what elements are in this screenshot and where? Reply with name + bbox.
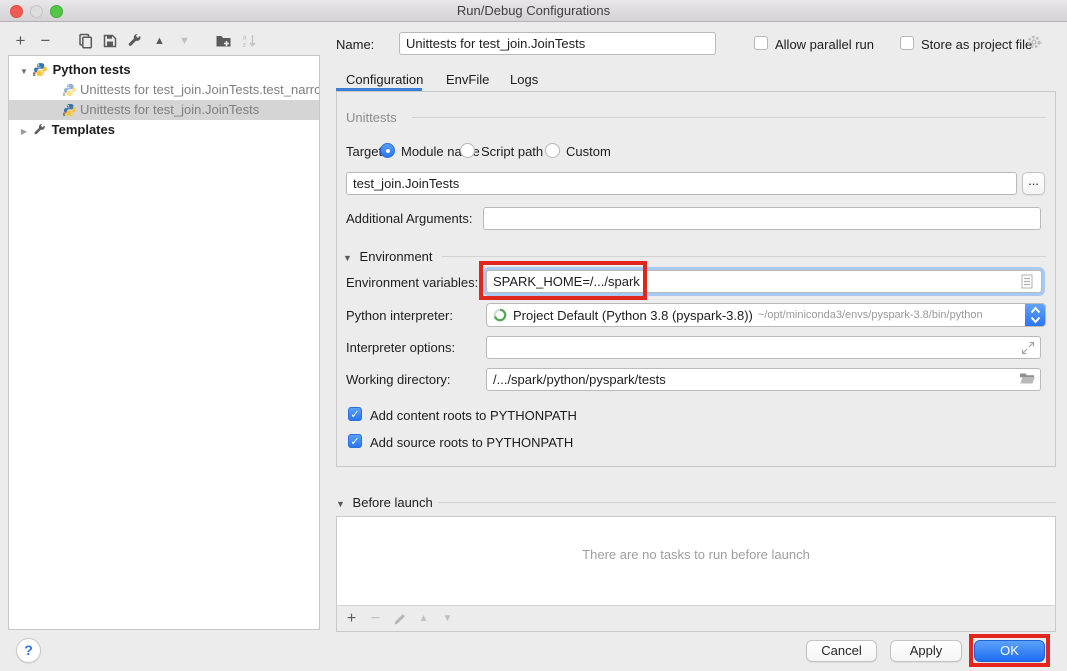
store-as-project-file-checkbox[interactable] <box>900 36 914 50</box>
group-divider <box>412 117 1046 118</box>
no-tasks-message: There are no tasks to run before launch <box>337 547 1055 562</box>
add-source-roots-label: Add source roots to PYTHONPATH <box>370 435 573 450</box>
additional-arguments-input[interactable] <box>483 207 1041 230</box>
move-down-icon: ▼ <box>176 33 193 50</box>
disclosure-open-icon[interactable]: ▼ <box>19 62 29 80</box>
remove-icon[interactable]: − <box>37 33 54 50</box>
browse-module-button[interactable]: ... <box>1022 172 1045 195</box>
sort-alpha-icon: az <box>240 33 257 50</box>
collapse-triangle-icon: ▼ <box>336 499 345 509</box>
environment-variables-label: Environment variables: <box>346 275 478 290</box>
module-name-input[interactable] <box>346 172 1017 195</box>
tasks-toolbar: + − ▲ ▼ <box>337 605 1055 631</box>
before-launch-section-header[interactable]: ▼ Before launch <box>336 495 433 510</box>
edit-variables-list-icon[interactable] <box>1021 274 1034 292</box>
check-icon: ✓ <box>350 409 359 421</box>
target-custom-radio[interactable] <box>545 143 560 158</box>
tab-logs[interactable]: Logs <box>510 72 538 87</box>
save-icon[interactable] <box>101 33 118 50</box>
allow-parallel-run-label: Allow parallel run <box>775 37 874 52</box>
store-options-gear-icon[interactable] <box>1026 33 1044 54</box>
name-input[interactable] <box>399 32 716 55</box>
tree-item-label: Python tests <box>53 62 131 77</box>
add-icon[interactable]: + <box>12 33 29 50</box>
store-as-project-file-label: Store as project file <box>921 37 1032 52</box>
wrench-icon <box>33 123 47 140</box>
interpreter-options-input[interactable] <box>486 336 1041 359</box>
interpreter-options-label: Interpreter options: <box>346 340 455 355</box>
unittests-group-title: Unittests <box>346 110 397 125</box>
before-launch-title: Before launch <box>353 495 433 510</box>
remove-task-icon: − <box>367 610 384 627</box>
tree-item-label: Unittests for test_join.JoinTests.test_n… <box>80 82 319 97</box>
target-module-name-radio[interactable] <box>380 143 395 158</box>
edit-defaults-wrench-icon[interactable] <box>126 33 143 50</box>
add-task-icon[interactable]: + <box>343 610 360 627</box>
edit-task-pencil-icon <box>391 610 408 627</box>
environment-section-title: Environment <box>360 249 433 264</box>
browse-folder-icon[interactable] <box>1019 371 1036 389</box>
task-move-down-icon: ▼ <box>439 610 456 627</box>
python-test-icon <box>63 83 77 100</box>
tab-configuration[interactable]: Configuration <box>346 72 423 87</box>
move-up-icon[interactable]: ▲ <box>151 33 168 50</box>
environment-variables-input[interactable] <box>486 270 1042 293</box>
new-folder-icon[interactable] <box>215 33 232 50</box>
working-directory-input[interactable] <box>486 368 1041 391</box>
ok-button[interactable]: OK <box>974 640 1045 662</box>
tree-item-label: Unittests for test_join.JoinTests <box>80 102 259 117</box>
before-launch-tasks-panel: There are no tasks to run before launch … <box>336 516 1056 632</box>
help-button[interactable]: ? <box>16 638 41 663</box>
target-script-path-radio[interactable] <box>460 143 475 158</box>
task-move-up-icon: ▲ <box>415 610 432 627</box>
interpreter-path: ~/opt/miniconda3/envs/pyspark-3.8/bin/py… <box>758 309 983 321</box>
tree-item-jointests-selected[interactable]: Unittests for test_join.JoinTests <box>9 100 319 120</box>
section-divider <box>442 256 1046 257</box>
combo-stepper-icon[interactable] <box>1025 303 1046 327</box>
interpreter-name: Project Default (Python 3.8 (pyspark-3.8… <box>513 308 753 323</box>
additional-arguments-label: Additional Arguments: <box>346 211 472 226</box>
target-script-path-label: Script path <box>481 144 543 159</box>
tree-item-label: Templates <box>52 122 115 137</box>
python-test-icon <box>63 103 77 120</box>
python-interpreter-select[interactable]: Project Default (Python 3.8 (pyspark-3.8… <box>486 303 1046 327</box>
tree-item-python-tests[interactable]: ▼ Python tests <box>9 60 319 80</box>
add-source-roots-checkbox[interactable]: ✓ <box>348 434 362 448</box>
add-content-roots-label: Add content roots to PYTHONPATH <box>370 408 577 423</box>
working-directory-label: Working directory: <box>346 372 451 387</box>
conda-env-icon <box>492 307 508 323</box>
target-custom-label: Custom <box>566 144 611 159</box>
name-label: Name: <box>336 37 374 52</box>
allow-parallel-run-checkbox[interactable] <box>754 36 768 50</box>
configurations-toolbar: + − ▲ ▼ az <box>12 31 257 51</box>
section-divider <box>438 502 1056 503</box>
add-content-roots-checkbox[interactable]: ✓ <box>348 407 362 421</box>
window-title: Run/Debug Configurations <box>0 3 1067 18</box>
apply-button[interactable]: Apply <box>890 640 962 662</box>
tree-item-templates[interactable]: ▶ Templates <box>9 120 319 140</box>
title-bar: Run/Debug Configurations <box>0 0 1067 22</box>
copy-icon[interactable] <box>76 33 93 50</box>
python-icon <box>33 62 48 80</box>
environment-section-header[interactable]: ▼ Environment <box>343 249 433 264</box>
expand-field-icon[interactable] <box>1020 340 1036 359</box>
check-icon: ✓ <box>350 436 359 448</box>
tab-envfile[interactable]: EnvFile <box>446 72 489 87</box>
svg-text:z: z <box>242 42 246 49</box>
configurations-tree: ▼ Python tests Unittests for test_join.J… <box>8 55 320 630</box>
svg-text:a: a <box>242 35 246 42</box>
collapse-triangle-icon: ▼ <box>343 253 352 263</box>
cancel-button[interactable]: Cancel <box>806 640 877 662</box>
tree-item-test-narrow[interactable]: Unittests for test_join.JoinTests.test_n… <box>9 80 319 100</box>
python-interpreter-label: Python interpreter: <box>346 308 453 323</box>
disclosure-closed-icon[interactable]: ▶ <box>19 122 29 140</box>
